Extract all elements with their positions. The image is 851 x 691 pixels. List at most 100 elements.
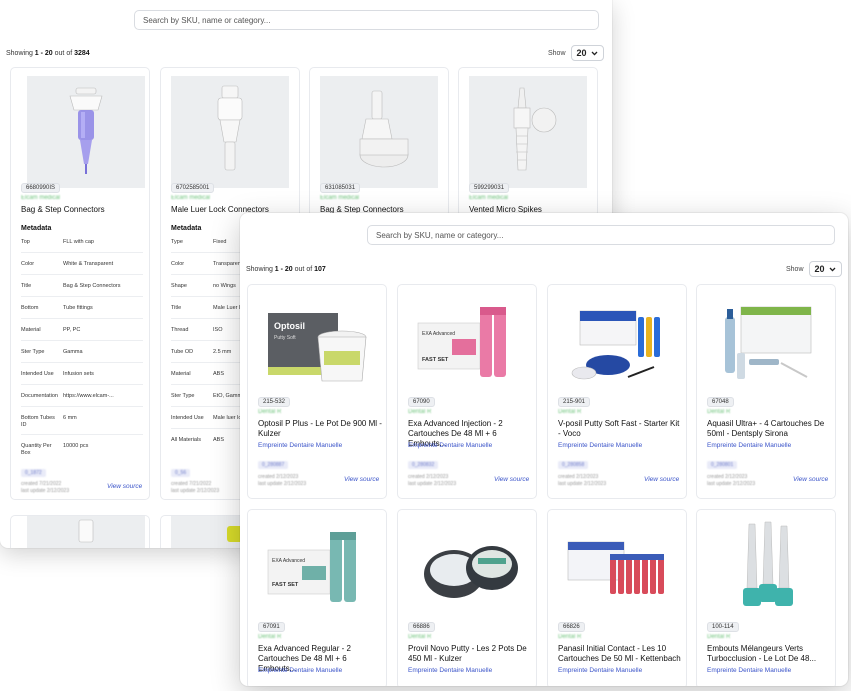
product-category[interactable]: Empreinte Dentaire Manuelle [707, 667, 791, 674]
record-id: 0_280887 [258, 461, 289, 469]
front-catalog-window: Search by SKU, name or category... Showi… [240, 213, 848, 686]
page-size-control: Show 20 [786, 261, 842, 277]
show-label: Show [548, 49, 566, 57]
product-brand: Dental R [558, 634, 582, 640]
product-image: EXA Advanced FAST SET [408, 293, 528, 393]
product-sku: 100-114 [707, 622, 739, 632]
svg-text:EXA Advanced: EXA Advanced [422, 331, 455, 337]
product-image [707, 293, 827, 393]
product-card[interactable]: 67048 Dental R Aquasil Ultra+ - 4 Cartou… [696, 284, 836, 499]
product-image [27, 76, 145, 188]
record-id: 0_56 [171, 469, 191, 477]
product-sku: 215-901 [558, 397, 591, 407]
product-image [171, 76, 289, 188]
product-brand: Dental R [707, 409, 731, 415]
product-image [558, 293, 678, 393]
search-input[interactable]: Search by SKU, name or category... [134, 10, 599, 30]
show-label: Show [786, 265, 804, 273]
view-source-link[interactable]: View source [344, 476, 379, 483]
metadata-row: Bottom Tube fittings [21, 305, 143, 319]
product-category[interactable]: Empreinte Dentaire Manuelle [707, 442, 791, 449]
product-card[interactable]: 599299031 Elcam medical Vented Micro Spi… [458, 67, 598, 217]
product-name[interactable]: V-posil Putty Soft Fast - Starter Kit - … [558, 419, 684, 439]
product-sku: 67091 [258, 622, 285, 632]
chevron-down-icon [591, 51, 597, 56]
product-category[interactable]: Empreinte Dentaire Manuelle [258, 667, 342, 674]
product-sku: 67090 [408, 397, 435, 407]
product-brand: Elcam medical [469, 195, 509, 201]
product-category[interactable]: Empreinte Dentaire Manuelle [258, 442, 342, 449]
metadata-row: Intended Use Infusion sets [21, 371, 143, 385]
product-name[interactable]: Provil Novo Putty - Les 2 Pots De 450 Ml… [408, 644, 534, 664]
svg-text:Putty Soft: Putty Soft [274, 335, 296, 341]
product-sku: 67048 [707, 397, 734, 407]
product-card[interactable]: 6680990IS Elcam medical Bag & Step Conne… [10, 67, 150, 500]
product-card[interactable]: 66886 Dental R Provil Novo Putty - Les 2… [397, 509, 537, 686]
record-dates: created 7/21/2022 last update 2/12/2023 [171, 481, 220, 494]
metadata-title: Metadata [171, 225, 202, 232]
view-source-link[interactable]: View source [793, 476, 828, 483]
product-image [320, 76, 438, 188]
metadata-row: Top FLL with cap [21, 239, 143, 253]
view-source-link[interactable]: View source [644, 476, 679, 483]
svg-text:FAST SET: FAST SET [422, 357, 449, 363]
product-category[interactable]: Empreinte Dentaire Manuelle [408, 667, 492, 674]
product-image [27, 516, 145, 548]
chevron-down-icon [829, 267, 835, 272]
results-summary: Showing 1 - 20 out of 3284 [6, 50, 90, 57]
product-sku: 66826 [558, 622, 585, 632]
product-sku: 66886 [408, 622, 435, 632]
product-image: EXA Advanced FAST SET [258, 518, 378, 618]
product-category[interactable]: Empreinte Dentaire Manuelle [558, 667, 642, 674]
product-card[interactable]: EXA Advanced FAST SET 67091 Dental R Exa… [247, 509, 387, 686]
product-card[interactable]: 215-901 Dental R V-posil Putty Soft Fast… [547, 284, 687, 499]
page-size-select[interactable]: 20 [808, 261, 842, 277]
metadata-row: Bottom Tubes ID 6 mm [21, 415, 143, 435]
product-card[interactable]: EXA Advanced FAST SET 67090 Dental R Exa… [397, 284, 537, 499]
record-dates: created 2/12/2023 last update 2/12/2023 [258, 474, 307, 487]
record-dates: created 7/21/2022 last update 2/12/2023 [21, 481, 70, 494]
product-card[interactable]: Optosil Putty Soft 215-532 Dental R Opto… [247, 284, 387, 499]
product-name[interactable]: Optosil P Plus - Le Pot De 900 Ml - Kulz… [258, 419, 384, 439]
page-size-control: Show 20 [548, 45, 604, 61]
product-name[interactable]: Panasil Initial Contact - Les 10 Cartouc… [558, 644, 684, 664]
view-source-link[interactable]: View source [107, 483, 142, 490]
svg-text:FAST SET: FAST SET [272, 582, 299, 588]
svg-text:EXA Advanced: EXA Advanced [272, 558, 305, 564]
product-card[interactable] [10, 515, 150, 548]
metadata-row: Ster Type Gamma [21, 349, 143, 363]
product-brand: Dental R [408, 409, 432, 415]
metadata-row: Documentation https://www.elcam-... [21, 393, 143, 407]
results-summary: Showing 1 - 20 out of 107 [246, 266, 326, 273]
record-dates: created 2/12/2023 last update 2/12/2023 [558, 474, 607, 487]
product-sku: 215-532 [258, 397, 291, 407]
product-name[interactable]: Aquasil Ultra+ - 4 Cartouches De 50ml - … [707, 419, 833, 439]
product-brand: Dental R [258, 634, 282, 640]
product-brand: Elcam medical [21, 195, 61, 201]
product-image [707, 518, 827, 618]
metadata-row: Title Bag & Step Connectors [21, 283, 143, 297]
product-brand: Dental R [258, 409, 282, 415]
metadata-row: Color White & Transparent [21, 261, 143, 275]
product-name[interactable]: Bag & Step Connectors [21, 205, 105, 215]
record-id: 0_280858 [558, 461, 589, 469]
product-category[interactable]: Empreinte Dentaire Manuelle [408, 442, 492, 449]
svg-text:Optosil: Optosil [274, 321, 305, 331]
record-dates: created 2/12/2023 last update 2/12/2023 [408, 474, 457, 487]
metadata-title: Metadata [21, 225, 52, 232]
product-image: Optosil Putty Soft [258, 293, 378, 393]
view-source-link[interactable]: View source [494, 476, 529, 483]
page-size-select[interactable]: 20 [570, 45, 604, 61]
product-brand: Dental R [558, 409, 582, 415]
record-id: 0_280832 [408, 461, 439, 469]
product-sku: 6702585001 [171, 183, 215, 193]
product-image [558, 518, 678, 618]
product-category[interactable]: Empreinte Dentaire Manuelle [558, 442, 642, 449]
product-name[interactable]: Embouts Mélangeurs Verts Turbocclusion -… [707, 644, 833, 664]
product-card[interactable]: 66826 Dental R Panasil Initial Contact -… [547, 509, 687, 686]
search-input[interactable]: Search by SKU, name or category... [367, 225, 835, 245]
product-image [408, 518, 528, 618]
metadata-row: Material PP, PC [21, 327, 143, 341]
product-card[interactable]: 100-114 Dental R Embouts Mélangeurs Vert… [696, 509, 836, 686]
product-card[interactable]: 631085031 Elcam medical Bag & Step Conne… [309, 67, 449, 217]
